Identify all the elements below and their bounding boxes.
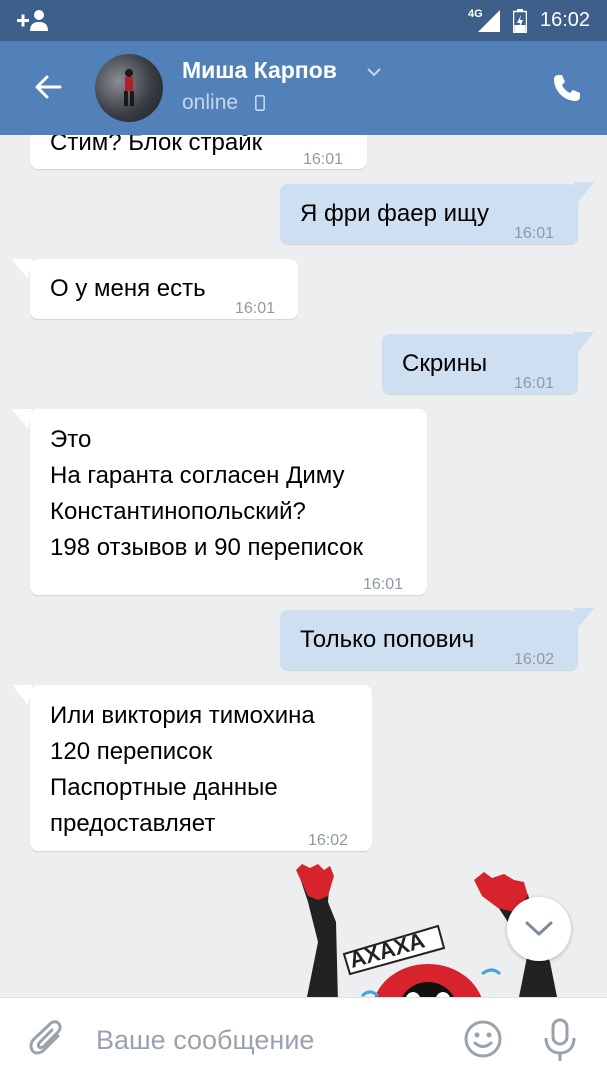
scroll-to-bottom-button[interactable] bbox=[507, 897, 571, 961]
contact-status: online bbox=[182, 91, 239, 114]
signal-icon bbox=[478, 10, 500, 32]
avatar[interactable] bbox=[95, 54, 163, 122]
message-incoming[interactable]: Это На гаранта согласен Диму Константино… bbox=[30, 409, 427, 595]
message-incoming[interactable]: О у меня есть 16:01 bbox=[30, 259, 298, 319]
chevron-down-icon[interactable] bbox=[366, 67, 382, 77]
message-text: Или виктория тимохина 120 переписок Пасп… bbox=[50, 702, 315, 837]
mobile-device-icon bbox=[255, 95, 265, 111]
bubble-tail bbox=[12, 409, 32, 429]
message-input[interactable] bbox=[96, 1022, 436, 1058]
chevron-down-icon bbox=[525, 921, 553, 936]
clock: 16:02 bbox=[540, 9, 591, 31]
message-outgoing[interactable]: Только попович 16:02 bbox=[280, 610, 578, 670]
message-incoming[interactable]: Стим? Блок страйк 16:01 bbox=[30, 135, 367, 169]
chat-header: Миша Карпов online bbox=[0, 41, 607, 135]
message-time: 16:01 bbox=[235, 300, 276, 317]
message-text: Стим? Блок страйк bbox=[50, 135, 263, 156]
message-outgoing[interactable]: Я фри фаер ищу 16:01 bbox=[280, 184, 578, 244]
bubble-tail bbox=[12, 259, 32, 279]
bubble-tail bbox=[574, 608, 594, 628]
bubble-tail bbox=[12, 685, 32, 705]
bubble-tail bbox=[574, 182, 594, 202]
contact-name[interactable]: Миша Карпов bbox=[182, 57, 337, 84]
arrow-left-icon[interactable] bbox=[32, 71, 64, 103]
message-incoming[interactable]: Или виктория тимохина 120 переписок Пасп… bbox=[30, 685, 372, 851]
add-user-icon bbox=[17, 10, 48, 31]
avatar-figure-icon bbox=[124, 69, 134, 106]
message-time: 16:01 bbox=[303, 151, 344, 168]
bubble-tail bbox=[574, 332, 594, 352]
message-text: Это На гаранта согласен Диму Константино… bbox=[50, 426, 364, 561]
message-text: Я фри фаер ищу bbox=[300, 200, 490, 227]
message-time: 16:02 bbox=[308, 832, 349, 849]
message-composer bbox=[0, 997, 607, 1081]
message-time: 16:01 bbox=[363, 576, 404, 593]
message-text: Скрины bbox=[402, 350, 488, 377]
battery-charging-icon bbox=[513, 9, 527, 33]
microphone-icon[interactable] bbox=[542, 1018, 578, 1062]
paperclip-icon[interactable] bbox=[28, 1020, 66, 1060]
status-bar: 4G 16:02 bbox=[0, 0, 607, 41]
phone-icon[interactable] bbox=[552, 73, 582, 103]
message-text: О у меня есть bbox=[50, 275, 206, 302]
message-text: Только попович bbox=[300, 626, 475, 653]
message-outgoing[interactable]: Скрины 16:01 bbox=[382, 334, 578, 394]
message-time: 16:01 bbox=[514, 375, 555, 392]
message-list[interactable]: Стим? Блок страйк 16:01 Я фри фаер ищу 1… bbox=[0, 135, 607, 997]
message-time: 16:02 bbox=[514, 651, 555, 668]
message-time: 16:01 bbox=[514, 225, 555, 242]
smile-icon[interactable] bbox=[463, 1019, 503, 1059]
